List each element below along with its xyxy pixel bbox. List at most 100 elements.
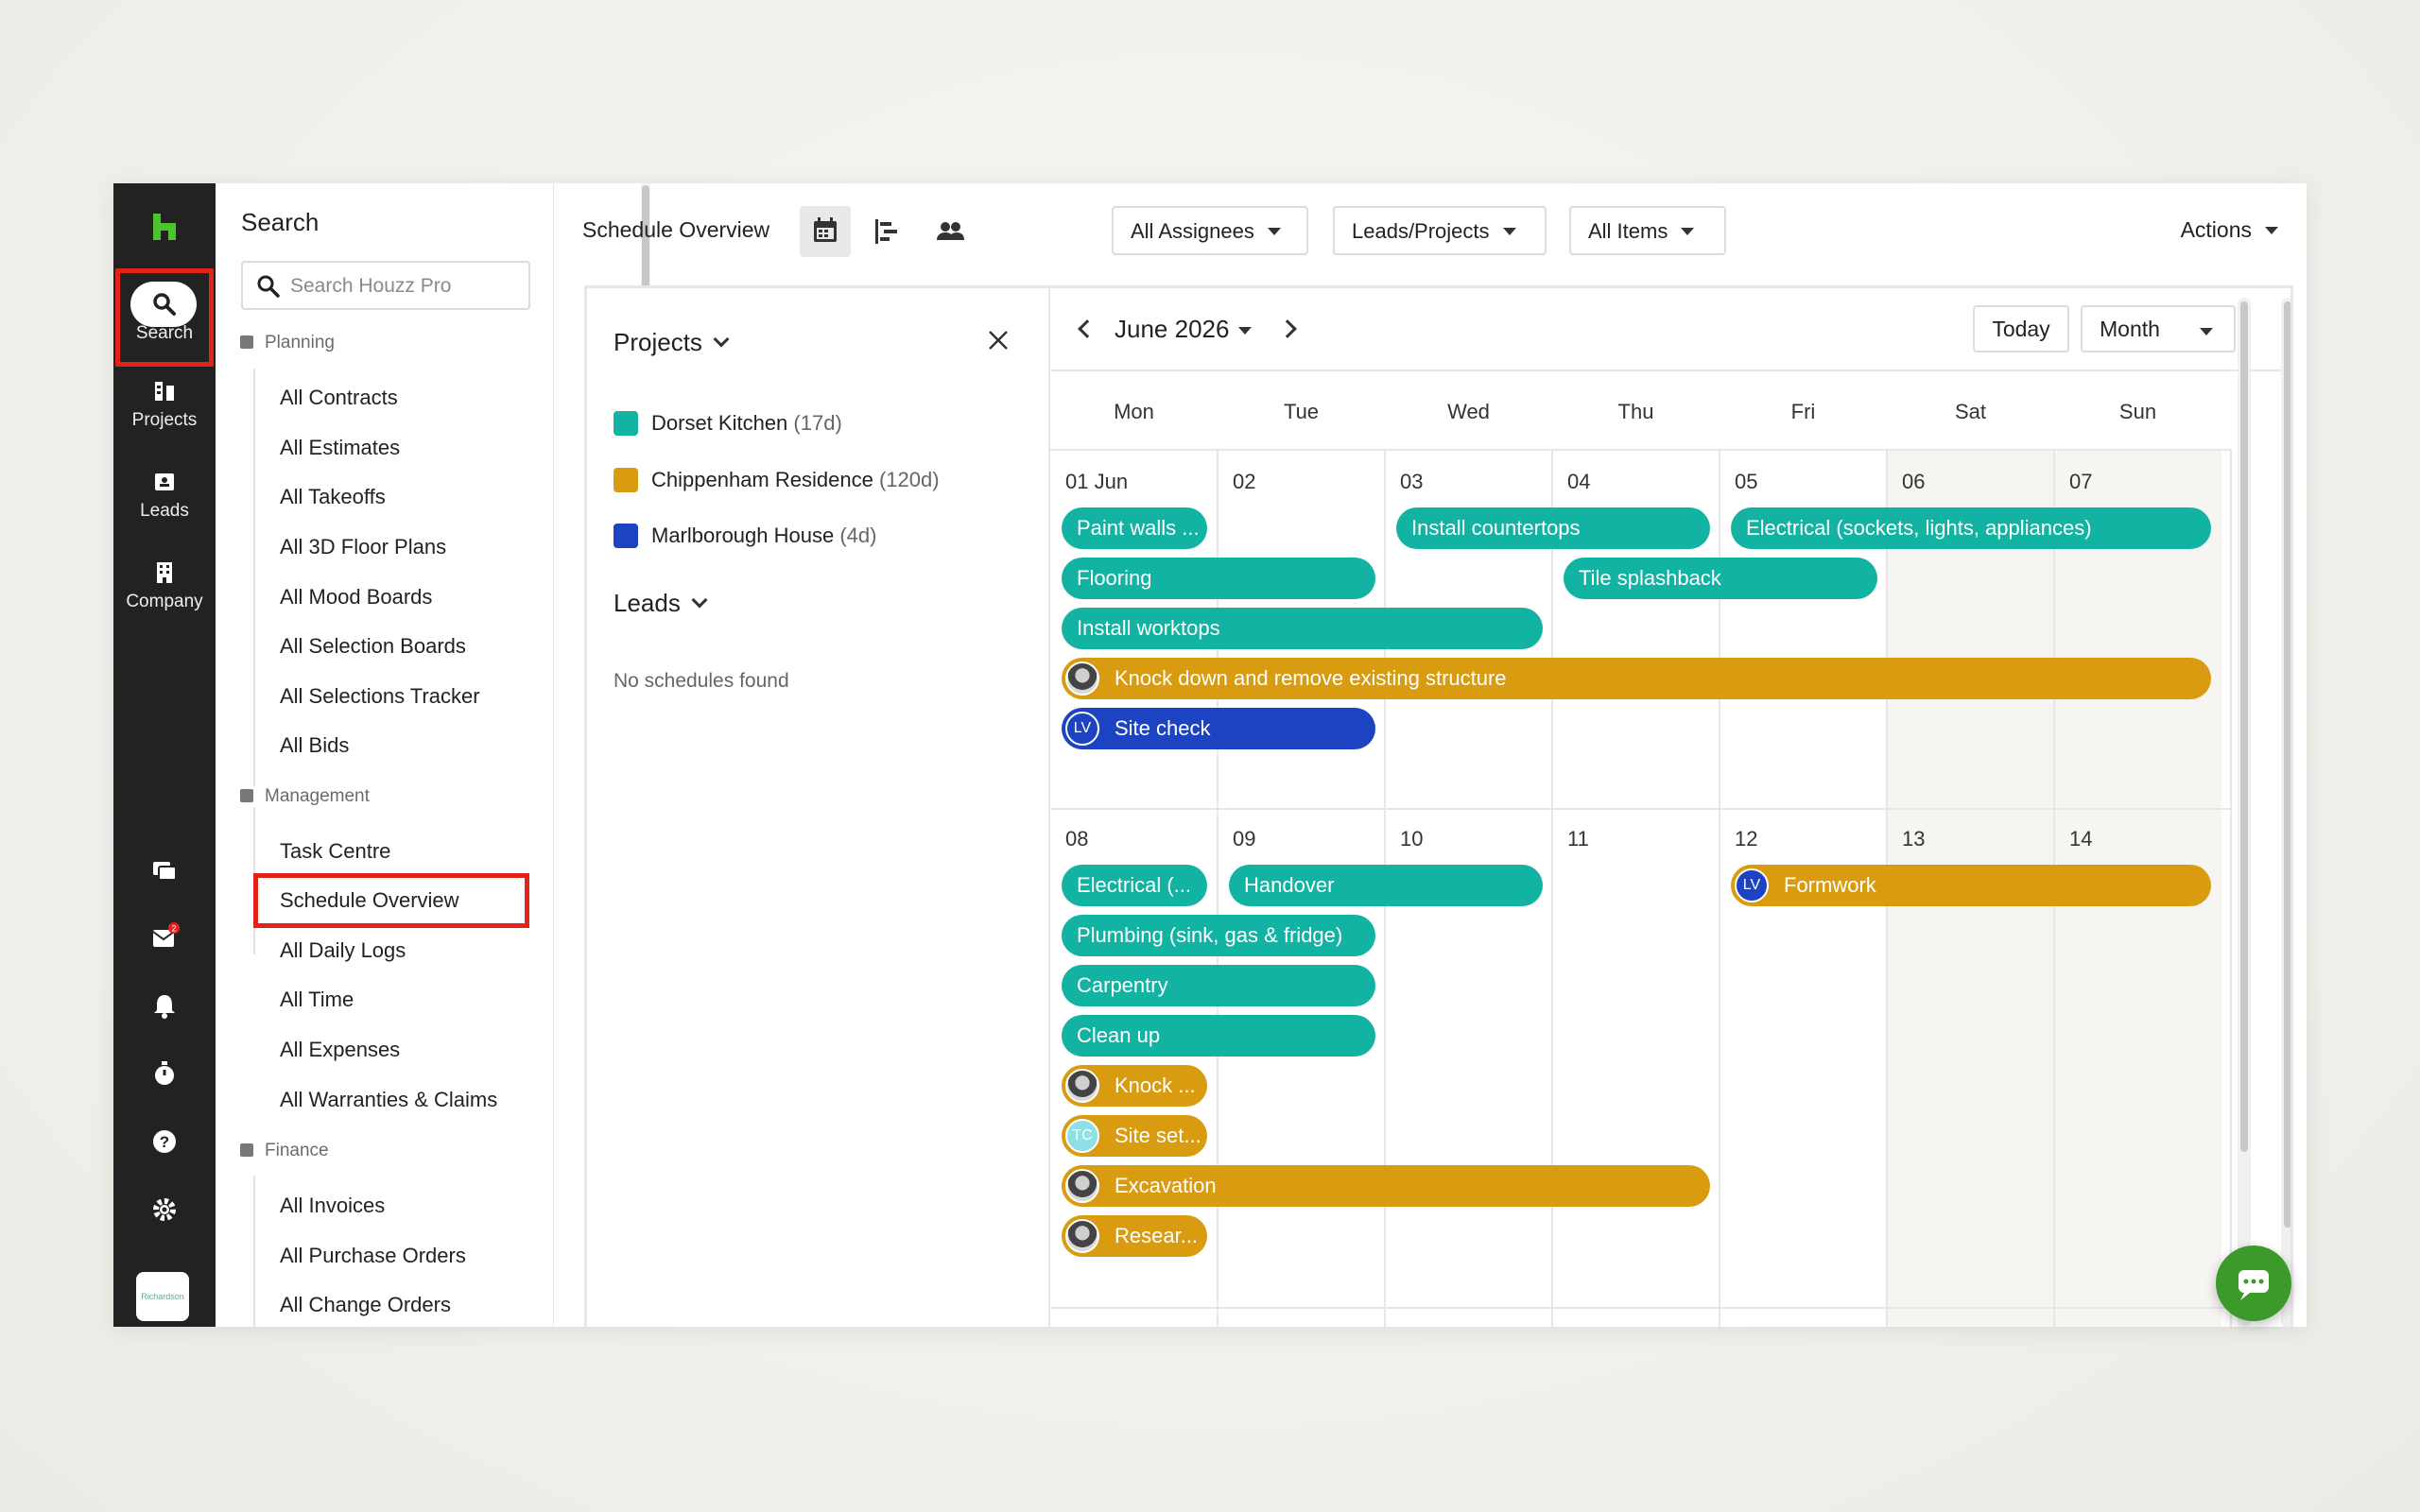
search-icon [153, 293, 176, 316]
sidebar-item-all-invoices[interactable]: All Invoices [280, 1194, 385, 1218]
sidebar-search-box[interactable] [241, 261, 530, 310]
sidebar-item-all-estimates[interactable]: All Estimates [280, 436, 400, 460]
project-item-marlborough-house[interactable]: Marlborough House (4d) [614, 524, 876, 548]
event-clean-up[interactable]: Clean up [1062, 1015, 1375, 1057]
weekday-label: Sat [1954, 400, 1987, 423]
gear-icon[interactable] [149, 1194, 180, 1225]
calendar-view-button[interactable] [800, 206, 851, 257]
assignees-dropdown[interactable]: All Assignees [1112, 206, 1308, 255]
sidebar-item-all-selection-boards[interactable]: All Selection Boards [280, 634, 466, 659]
event-electrical-short[interactable]: Electrical (... [1062, 865, 1207, 906]
event-site-check[interactable]: LV Site check [1062, 708, 1375, 749]
event-electrical[interactable]: Electrical (sockets, lights, appliances) [1731, 507, 2211, 549]
sidebar-item-all-daily-logs[interactable]: All Daily Logs [280, 938, 406, 963]
leads-heading-label: Leads [614, 589, 681, 617]
project-color-swatch [614, 411, 638, 436]
project-name: Dorset Kitchen [651, 411, 788, 435]
projects-heading[interactable]: Projects [614, 328, 730, 357]
finance-icon [240, 1143, 253, 1157]
sidebar-item-all-bids[interactable]: All Bids [280, 733, 349, 758]
leads-heading[interactable]: Leads [614, 589, 708, 618]
project-item-chippenham-residence[interactable]: Chippenham Residence (120d) [614, 468, 940, 492]
page-scrollbar[interactable] [2281, 298, 2290, 1327]
gantt-view-button[interactable] [862, 206, 913, 257]
prev-month-icon[interactable] [1078, 319, 1097, 338]
assignee-avatar: LV [1735, 868, 1769, 902]
search-input[interactable] [290, 272, 517, 301]
day-number: 09 [1233, 827, 1256, 850]
event-tile-splashback[interactable]: Tile splashback [1564, 558, 1877, 599]
event-site-set[interactable]: TC Site set... [1062, 1115, 1207, 1157]
divider [253, 1176, 255, 1327]
rail-item-leads[interactable]: Leads [113, 469, 216, 522]
sidebar-item-all-contracts[interactable]: All Contracts [280, 386, 398, 410]
sidebar-item-all-selections-tracker[interactable]: All Selections Tracker [280, 684, 480, 709]
view-mode-dropdown[interactable]: Month [2081, 305, 2236, 352]
caret-down-icon [2200, 328, 2213, 335]
event-paint-walls[interactable]: Paint walls ... [1062, 507, 1207, 549]
project-item-dorset-kitchen[interactable]: Dorset Kitchen (17d) [614, 411, 842, 436]
calendar-grid: 01 Jun 02 03 04 05 06 07 Paint walls ...… [1050, 451, 2232, 1327]
month-selector[interactable]: June 2026 [1115, 315, 1253, 344]
items-dropdown[interactable]: All Items [1569, 206, 1726, 255]
scrollbar-thumb[interactable] [2240, 301, 2248, 1152]
rail-item-projects[interactable]: Projects [113, 378, 216, 431]
sidebar-item-all-warranties[interactable]: All Warranties & Claims [280, 1088, 497, 1112]
sidebar-item-all-mood-boards[interactable]: All Mood Boards [280, 585, 432, 610]
day-number: 10 [1400, 827, 1424, 850]
calendar-scrollbar[interactable] [2238, 298, 2251, 1327]
schedule-panel: Projects Dorset Kitchen (17d) Chippenham… [584, 285, 2293, 1327]
sidebar-item-all-expenses[interactable]: All Expenses [280, 1038, 400, 1062]
weekday-label: Fri [1790, 400, 1816, 423]
bell-icon[interactable] [149, 990, 180, 1021]
close-icon[interactable] [986, 328, 1011, 352]
sidebar-item-all-purchase-orders[interactable]: All Purchase Orders [280, 1244, 466, 1268]
help-icon[interactable]: ? [149, 1126, 180, 1157]
event-install-worktops[interactable]: Install worktops [1062, 608, 1543, 649]
company-icon [157, 562, 172, 583]
chevron-down-icon [713, 331, 730, 348]
team-view-button[interactable] [925, 206, 976, 257]
scrollbar-thumb[interactable] [2284, 301, 2290, 1228]
weekday-label: Wed [1447, 400, 1490, 423]
sidebar-item-task-centre[interactable]: Task Centre [280, 839, 390, 864]
leads-projects-dropdown[interactable]: Leads/Projects [1333, 206, 1547, 255]
left-rail: Search Projects Leads Company 2 ? Richar… [113, 183, 216, 1327]
items-label: All Items [1588, 219, 1668, 243]
actions-button[interactable]: Actions [2181, 217, 2278, 243]
sidebar-item-all-3d-floor-plans[interactable]: All 3D Floor Plans [280, 535, 446, 559]
timer-icon[interactable] [149, 1058, 180, 1089]
event-research[interactable]: Resear... [1062, 1215, 1207, 1257]
project-name: Marlborough House [651, 524, 835, 547]
next-month-icon[interactable] [1278, 319, 1297, 338]
event-formwork[interactable]: LV Formwork [1731, 865, 2211, 906]
rail-item-company[interactable]: Company [113, 559, 216, 612]
sidebar-item-all-time[interactable]: All Time [280, 988, 354, 1012]
inbox-icon[interactable]: 2 [149, 922, 180, 953]
event-knock-down[interactable]: Knock down and remove existing structure [1062, 658, 2211, 699]
event-excavation[interactable]: Excavation [1062, 1165, 1710, 1207]
event-plumbing[interactable]: Plumbing (sink, gas & fridge) [1062, 915, 1375, 956]
sidebar-item-all-change-orders[interactable]: All Change Orders [280, 1293, 451, 1317]
event-knock-short[interactable]: Knock ... [1062, 1065, 1207, 1107]
leads-empty-message: No schedules found [614, 670, 789, 692]
event-carpentry[interactable]: Carpentry [1062, 965, 1375, 1006]
schedule-toolbar: Schedule Overview All Assignees Leads/Pr… [554, 183, 2307, 278]
event-flooring[interactable]: Flooring [1062, 558, 1375, 599]
app-window: Search Projects Leads Company 2 ? Richar… [113, 183, 2307, 1327]
chat-icon [2238, 1270, 2269, 1300]
today-button[interactable]: Today [1973, 305, 2069, 352]
sidebar-item-schedule-overview[interactable]: Schedule Overview [280, 888, 459, 913]
event-handover[interactable]: Handover [1229, 865, 1543, 906]
sidebar-item-all-takeoffs[interactable]: All Takeoffs [280, 485, 386, 509]
chat-button[interactable] [2216, 1246, 2291, 1321]
rail-item-search[interactable]: Search [113, 291, 216, 344]
messages-icon[interactable] [149, 856, 180, 886]
company-avatar[interactable]: Richardson [136, 1272, 189, 1321]
project-color-swatch [614, 524, 638, 548]
event-install-countertops[interactable]: Install countertops [1396, 507, 1710, 549]
search-icon [257, 275, 280, 298]
weekday-label: Thu [1617, 400, 1654, 423]
day-number: 03 [1400, 470, 1424, 493]
houzz-logo-icon[interactable] [147, 210, 182, 244]
